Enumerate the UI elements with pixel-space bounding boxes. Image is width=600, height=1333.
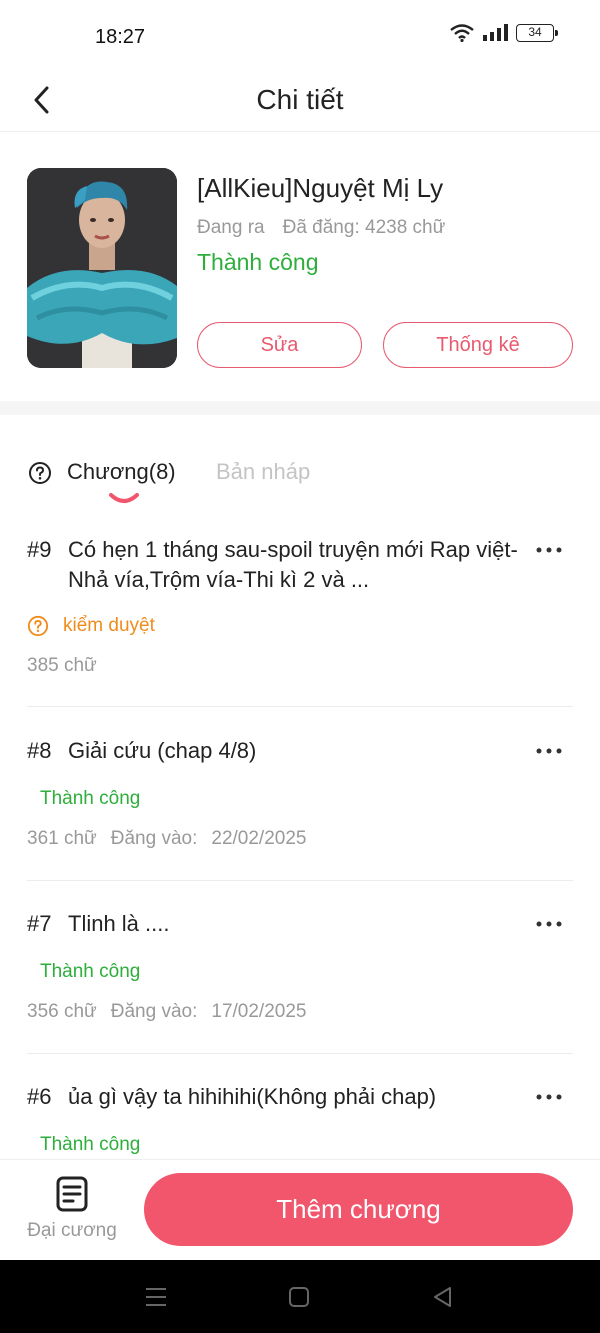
chapter-posted-label: Đăng vào: <box>110 1001 198 1022</box>
book-cover[interactable] <box>27 168 177 368</box>
chapter-number: #7 <box>27 911 52 936</box>
tab-chapters[interactable]: Chương(8) <box>67 459 176 485</box>
wifi-icon <box>450 24 474 42</box>
chapter-word-count: 361 chữ <box>27 828 97 849</box>
chapter-posted-date: 17/02/2025 <box>211 1001 307 1022</box>
tab-bar: Chương(8) Bản nháp <box>0 445 600 505</box>
book-word-count: Đã đăng: 4238 chữ <box>282 217 446 238</box>
section-divider <box>0 401 600 415</box>
chapter-title: Giải cứu (chap 4/8) <box>68 738 257 763</box>
outline-label: Đại cương <box>27 1220 117 1241</box>
more-horizontal-icon[interactable] <box>529 736 569 766</box>
book-meta: Đang ra Đã đăng: 4238 chữ <box>197 217 445 239</box>
tab-drafts[interactable]: Bản nháp <box>216 459 310 485</box>
list-item[interactable]: #6 ủa gì vậy ta hihihihi(Không phải chap… <box>27 1082 573 1156</box>
chapter-number: #9 <box>27 537 52 562</box>
app-header: Chi tiết <box>0 70 600 132</box>
more-horizontal-icon[interactable] <box>529 535 569 565</box>
chapter-meta: 356 chữ Đăng vào: 17/02/2025 <box>27 1001 573 1023</box>
chapter-status-label: Thành công <box>40 788 141 809</box>
document-icon <box>56 1176 88 1212</box>
more-horizontal-icon[interactable] <box>529 909 569 939</box>
chapter-posted-date: 22/02/2025 <box>211 828 307 849</box>
list-item[interactable]: #8 Giải cứu (chap 4/8) Thành công 361 ch… <box>27 736 573 850</box>
back-triangle-icon[interactable] <box>430 1284 456 1310</box>
chapter-posted-label: Đăng vào: <box>110 828 198 849</box>
more-horizontal-icon[interactable] <box>529 1082 569 1112</box>
question-circle-icon[interactable] <box>28 461 52 490</box>
chapter-title: Có hẹn 1 tháng sau-spoil truyện mới Rap … <box>68 537 518 592</box>
chapter-meta: 361 chữ Đăng vào: 22/02/2025 <box>27 828 573 850</box>
question-circle-icon <box>27 615 49 637</box>
signal-icon <box>482 24 508 42</box>
bottom-action-bar: Đại cương Thêm chương <box>0 1159 600 1260</box>
chapter-title: ủa gì vậy ta hihihihi(Không phải chap) <box>68 1084 437 1109</box>
menu-icon[interactable] <box>143 1284 169 1310</box>
book-progress-state: Đang ra <box>197 217 265 238</box>
chapter-status-label: kiểm duyệt <box>63 615 155 636</box>
list-item[interactable]: #9 Có hẹn 1 tháng sau-spoil truyện mới R… <box>27 535 573 677</box>
stats-button[interactable]: Thống kê <box>383 322 573 368</box>
battery-icon: 34 <box>516 24 558 42</box>
chapter-status: kiểm duyệt <box>27 615 573 637</box>
status-bar: 18:27 34 <box>0 0 600 70</box>
chapter-status-label: Thành công <box>40 1134 141 1155</box>
tab-indicator <box>109 493 139 503</box>
chapter-status-label: Thành công <box>40 961 141 982</box>
status-time: 18:27 <box>95 26 146 48</box>
chapter-meta: 385 chữ <box>27 655 573 677</box>
chapter-number: #8 <box>27 738 52 763</box>
chapter-title: Tlinh là .... <box>68 911 170 936</box>
divider <box>27 1053 573 1054</box>
add-chapter-button[interactable]: Thêm chương <box>144 1173 573 1246</box>
chapter-word-count: 385 chữ <box>27 655 97 676</box>
book-status: Thành công <box>197 249 319 275</box>
book-info: [AllKieu]Nguyệt Mị Ly Đang ra Đã đăng: 42… <box>0 133 600 401</box>
chapter-number: #6 <box>27 1084 52 1109</box>
divider <box>27 880 573 881</box>
system-nav-bar <box>0 1260 600 1333</box>
divider <box>27 706 573 707</box>
edit-button[interactable]: Sửa <box>197 322 362 368</box>
book-title: [AllKieu]Nguyệt Mị Ly <box>197 173 444 203</box>
status-icons: 34 <box>450 24 558 42</box>
page-title: Chi tiết <box>256 84 344 115</box>
outline-button[interactable]: Đại cương <box>20 1176 124 1252</box>
list-item[interactable]: #7 Tlinh là .... Thành công 356 chữ Đăng … <box>27 909 573 1023</box>
chapter-word-count: 356 chữ <box>27 1001 97 1022</box>
home-icon[interactable] <box>286 1284 312 1310</box>
